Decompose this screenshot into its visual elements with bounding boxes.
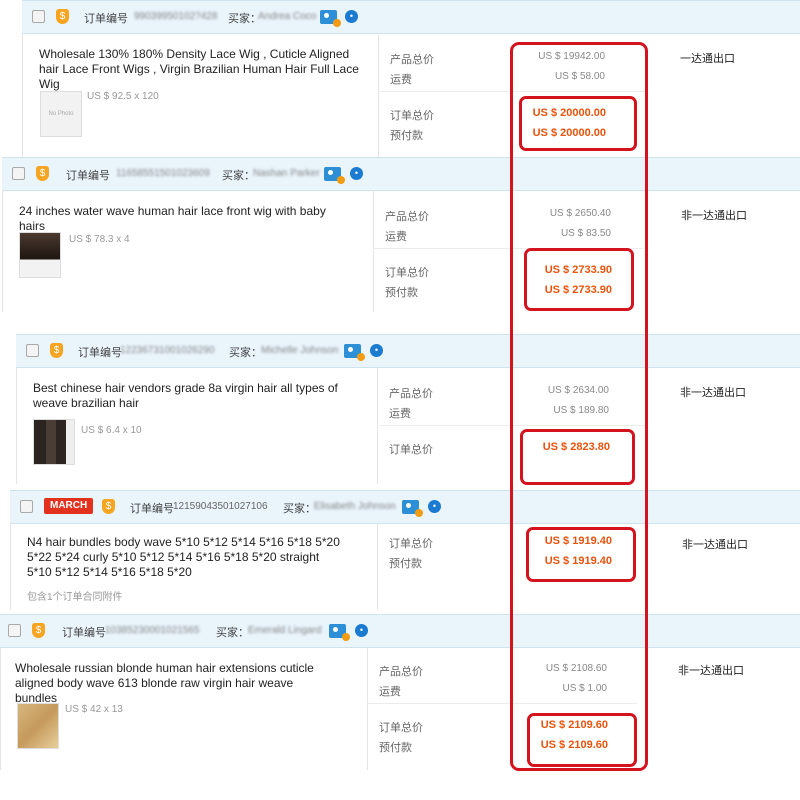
- total-highlight-box: [524, 248, 634, 311]
- export-status: 一达通出口: [680, 53, 735, 65]
- order-checkbox[interactable]: [8, 624, 21, 637]
- product-cell: Wholesale 130% 180% Density Lace Wig , C…: [22, 33, 379, 157]
- buyer-name[interactable]: Elisabeth Johnson: [314, 501, 396, 512]
- trade-assurance-icon: $: [36, 166, 49, 181]
- product-thumbnail[interactable]: [17, 703, 59, 749]
- trade-assurance-icon: $: [32, 623, 45, 638]
- order-card: $ 订单编号 99039950102?428 买家： Andrea Coco •…: [22, 0, 800, 157]
- order-header: MARCH $ 订单编号 12159043501027106 买家： Elisa…: [10, 490, 800, 524]
- product-title[interactable]: Wholesale russian blonde human hair exte…: [15, 661, 335, 706]
- order-header: $ 订单编号 12236731001026290 买家： Michelle Jo…: [16, 334, 800, 368]
- order-checkbox[interactable]: [12, 167, 25, 180]
- order-total-label: 订单总价: [389, 444, 433, 456]
- order-checkbox[interactable]: [26, 344, 39, 357]
- order-number-label: 订单编号: [62, 627, 106, 639]
- order-number[interactable]: 10385230001021565: [105, 625, 200, 636]
- order-number[interactable]: 99039950102?428: [134, 11, 217, 22]
- buyer-name[interactable]: Michelle Johnson: [261, 345, 338, 356]
- contract-attachment-note[interactable]: 包含1个订单合同附件: [27, 588, 123, 603]
- buyer-card-icon[interactable]: [324, 167, 345, 184]
- order-total-label: 订单总价: [390, 110, 434, 122]
- chat-icon[interactable]: •: [370, 344, 383, 357]
- order-header: $ 订单编号 99039950102?428 买家： Andrea Coco •: [22, 0, 800, 34]
- buyer-card-icon[interactable]: [329, 624, 350, 641]
- order-number-label: 订单编号: [66, 170, 110, 182]
- order-total-label: 订单总价: [379, 722, 423, 734]
- buyer-label: 买家：: [229, 347, 262, 359]
- product-total-label: 产品总价: [379, 666, 423, 678]
- order-number[interactable]: 12159043501027106: [173, 501, 268, 512]
- order-number[interactable]: 11658551501023609: [116, 168, 210, 179]
- unit-price: US $ 6.4 x 10: [81, 425, 142, 436]
- shipping-label: 运费: [390, 74, 412, 86]
- export-status: 非一达通出口: [681, 210, 747, 222]
- trade-assurance-icon: $: [102, 499, 115, 514]
- order-card: $ 订单编号 12236731001026290 买家： Michelle Jo…: [16, 334, 800, 484]
- product-title[interactable]: Best chinese hair vendors grade 8a virgi…: [33, 381, 353, 411]
- product-cell: Wholesale russian blonde human hair exte…: [0, 647, 368, 770]
- order-number-label: 订单编号: [84, 13, 128, 25]
- buyer-card-icon[interactable]: [320, 10, 341, 27]
- product-title[interactable]: 24 inches water wave human hair lace fro…: [19, 204, 339, 234]
- shipping-label: 运费: [389, 408, 411, 420]
- total-highlight-box: [526, 527, 636, 582]
- buyer-label: 买家：: [216, 627, 249, 639]
- shipping-label: 运费: [385, 231, 407, 243]
- chat-icon[interactable]: •: [345, 10, 358, 23]
- unit-price: US $ 78.3 x 4: [69, 234, 130, 245]
- buyer-card-icon[interactable]: [344, 344, 365, 361]
- chat-icon[interactable]: •: [350, 167, 363, 180]
- shipping-label: 运费: [379, 686, 401, 698]
- no-photo-label: No Photo: [48, 111, 74, 117]
- buyer-label: 买家：: [222, 170, 255, 182]
- product-title[interactable]: Wholesale 130% 180% Density Lace Wig , C…: [39, 47, 359, 92]
- chat-icon[interactable]: •: [428, 500, 441, 513]
- chat-icon[interactable]: •: [355, 624, 368, 637]
- trade-assurance-icon: $: [56, 9, 69, 24]
- order-header: $ 订单编号 11658551501023609 买家： Nashan Park…: [2, 157, 800, 191]
- product-title[interactable]: N4 hair bundles body wave 5*10 5*12 5*14…: [27, 535, 347, 580]
- unit-price: US $ 42 x 13: [65, 704, 123, 715]
- product-cell: 24 inches water wave human hair lace fro…: [2, 190, 374, 312]
- prepaid-label: 预付款: [390, 130, 423, 142]
- product-cell: N4 hair bundles body wave 5*10 5*12 5*14…: [10, 523, 378, 610]
- buyer-name[interactable]: Emerald Lingard: [248, 625, 321, 636]
- product-cell: Best chinese hair vendors grade 8a virgi…: [16, 367, 378, 484]
- export-status: 非一达通出口: [680, 387, 746, 399]
- buyer-label: 买家：: [283, 503, 316, 515]
- export-status: 非一达通出口: [678, 665, 744, 677]
- total-highlight-box: [519, 96, 637, 151]
- order-checkbox[interactable]: [20, 500, 33, 513]
- order-number-label: 订单编号: [130, 503, 174, 515]
- total-highlight-box: [520, 429, 635, 485]
- product-thumbnail[interactable]: [33, 419, 75, 465]
- buyer-name[interactable]: Andrea Coco: [258, 11, 316, 22]
- order-total-label: 订单总价: [389, 538, 433, 550]
- buyer-card-icon[interactable]: [402, 500, 423, 517]
- product-thumbnail[interactable]: [19, 232, 61, 278]
- order-header: $ 订单编号 10385230001021565 买家： Emerald Lin…: [0, 614, 800, 648]
- order-checkbox[interactable]: [32, 10, 45, 23]
- product-total-label: 产品总价: [389, 388, 433, 400]
- product-total-label: 产品总价: [385, 211, 429, 223]
- order-card: MARCH $ 订单编号 12159043501027106 买家： Elisa…: [10, 490, 800, 610]
- order-card: $ 订单编号 11658551501023609 买家： Nashan Park…: [2, 157, 800, 312]
- order-number-label: 订单编号: [78, 347, 122, 359]
- export-status: 非一达通出口: [682, 539, 748, 551]
- total-highlight-box: [527, 713, 637, 767]
- product-total-label: 产品总价: [390, 54, 434, 66]
- march-promo-badge: MARCH: [44, 498, 94, 514]
- price-column-highlight: [510, 42, 648, 771]
- product-thumbnail[interactable]: No Photo: [40, 91, 82, 137]
- buyer-label: 买家：: [228, 13, 261, 25]
- prepaid-label: 预付款: [385, 287, 418, 299]
- unit-price: US $ 92.5 x 120: [87, 91, 159, 102]
- buyer-name[interactable]: Nashan Parker: [253, 168, 320, 179]
- prepaid-label: 预付款: [389, 558, 422, 570]
- order-total-label: 订单总价: [385, 267, 429, 279]
- trade-assurance-icon: $: [50, 343, 63, 358]
- prepaid-label: 预付款: [379, 742, 412, 754]
- order-card: $ 订单编号 10385230001021565 买家： Emerald Lin…: [0, 614, 800, 770]
- order-number[interactable]: 12236731001026290: [120, 345, 215, 356]
